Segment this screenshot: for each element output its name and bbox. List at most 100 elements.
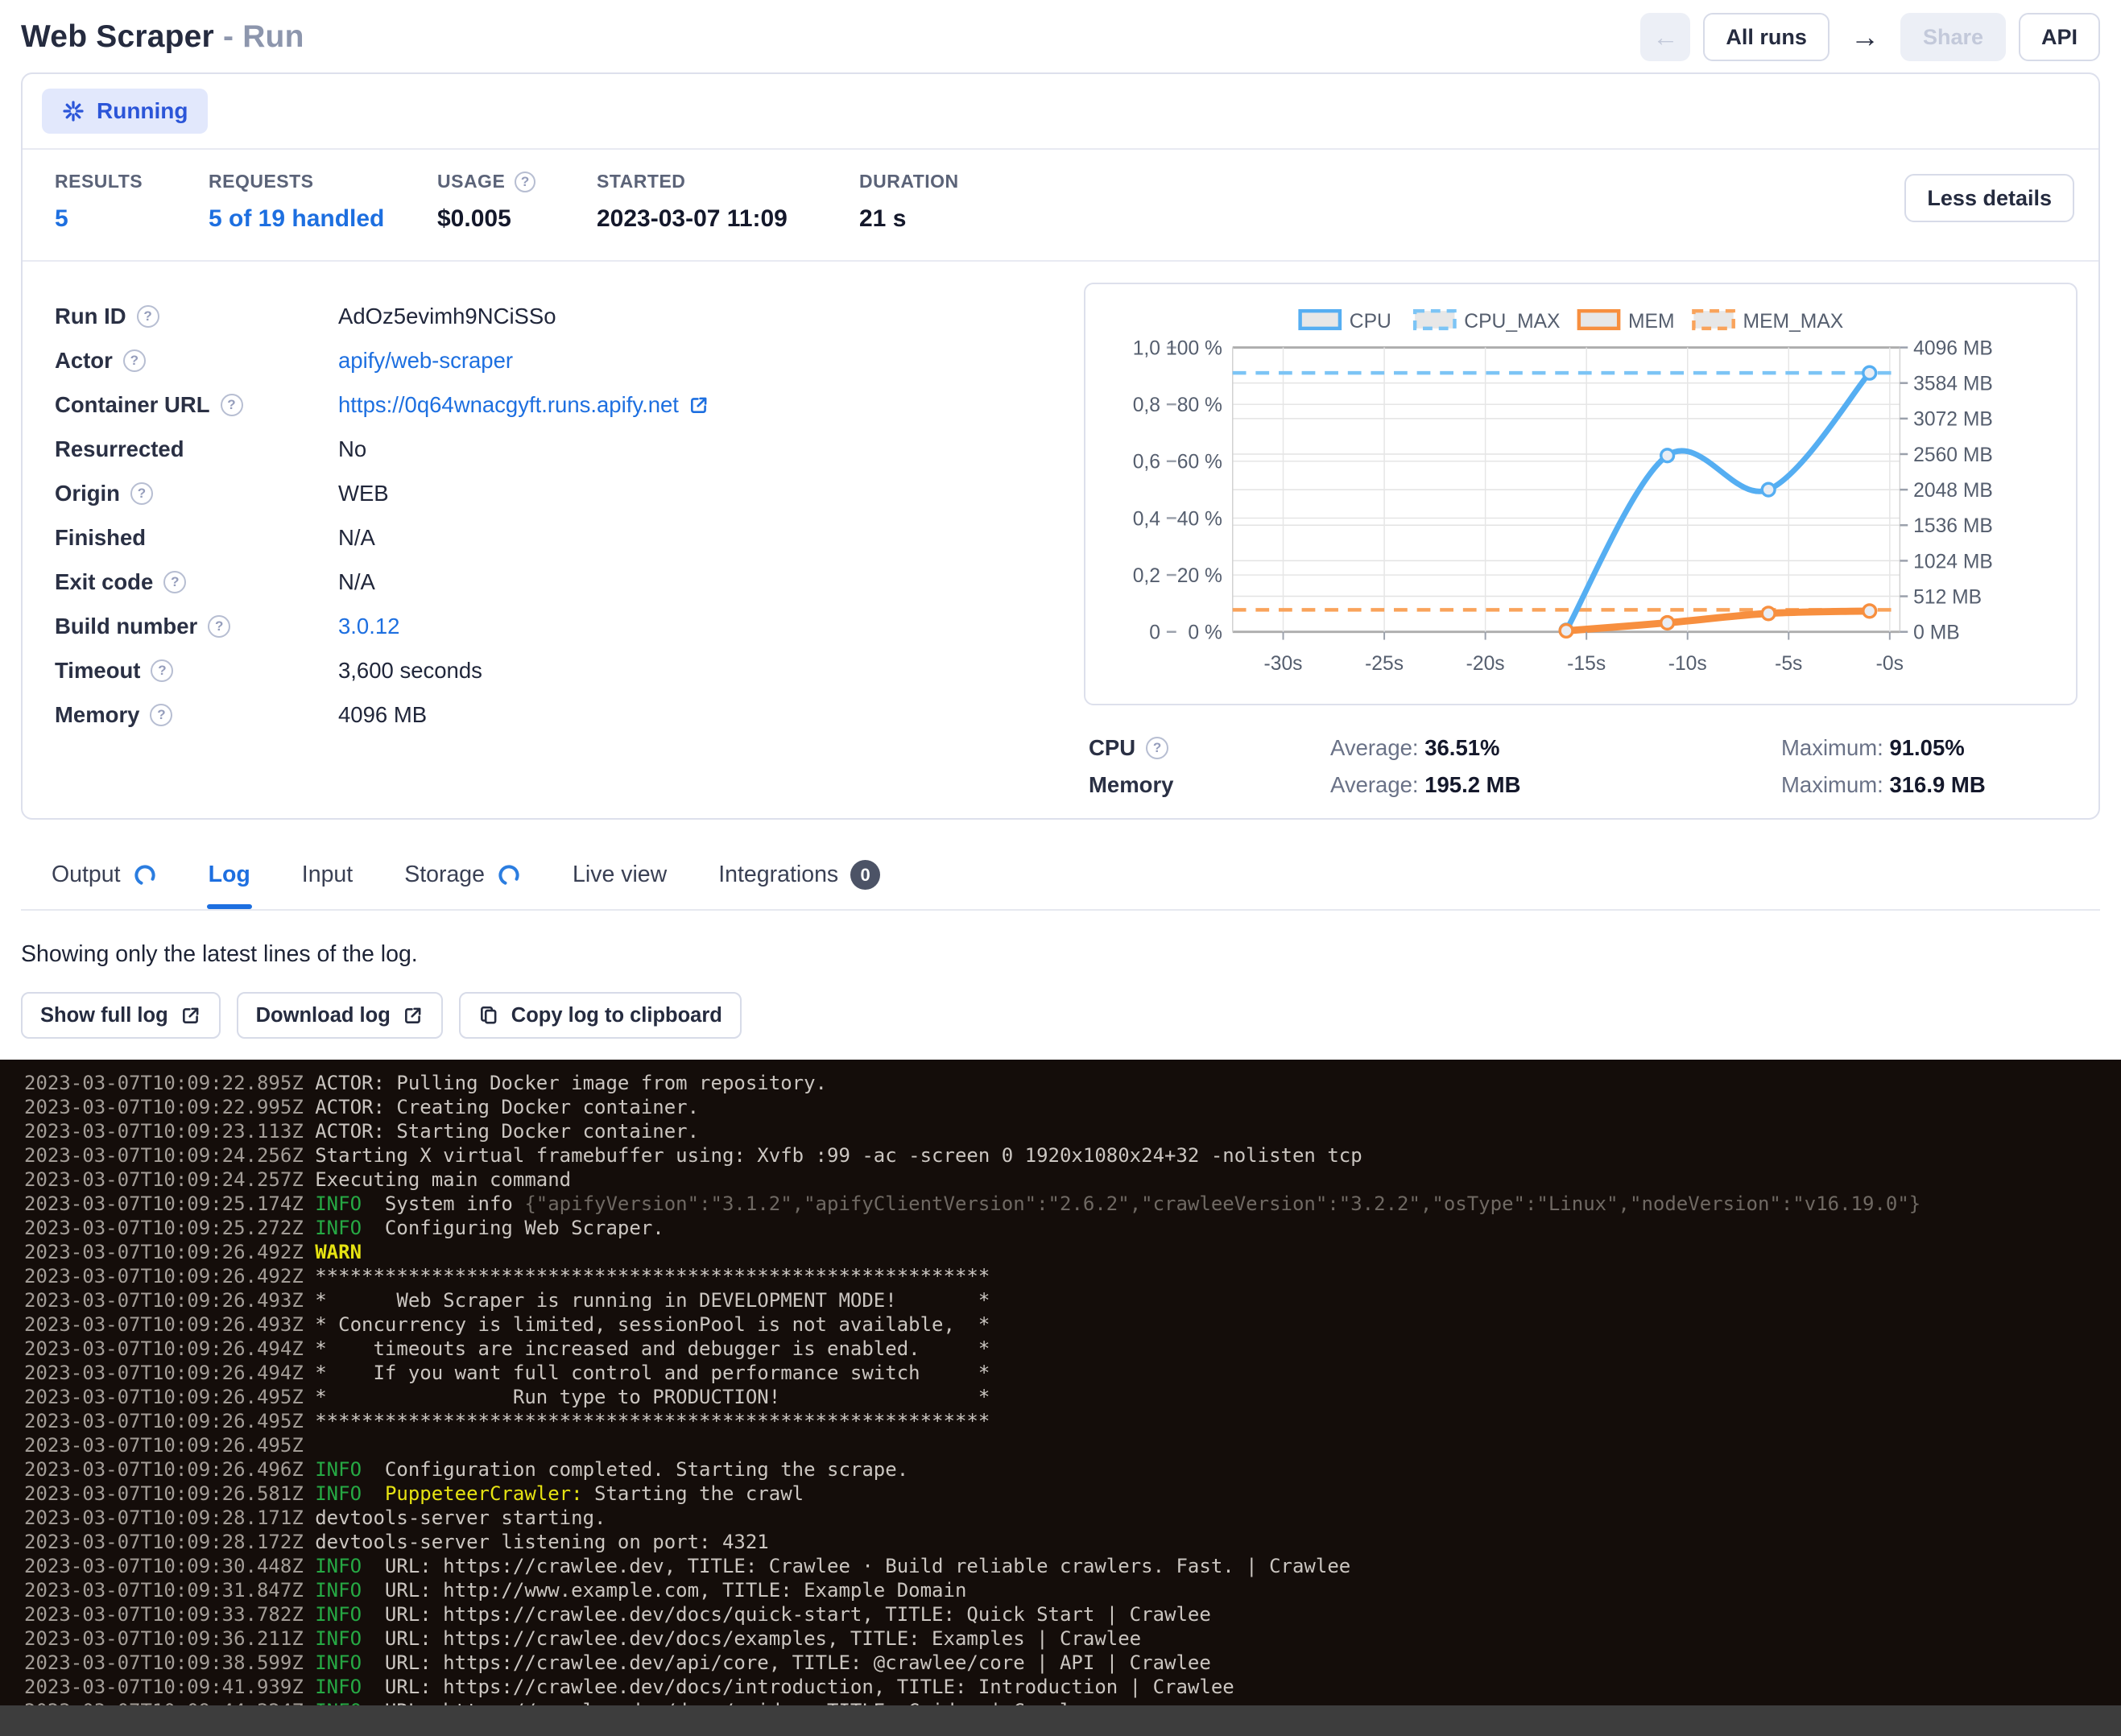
help-icon[interactable]: ? — [221, 394, 243, 416]
api-button[interactable]: API — [2019, 13, 2100, 61]
log-line: 2023-03-07T10:09:26.493Z * Web Scraper i… — [24, 1288, 2121, 1312]
next-run-button[interactable]: → — [1842, 13, 1887, 61]
svg-text:60 %: 60 % — [1177, 452, 1222, 473]
detail-link[interactable]: https://0q64wnacgyft.runs.apify.net — [338, 392, 709, 418]
download-log-button[interactable]: Download log — [237, 992, 443, 1039]
log-line: 2023-03-07T10:09:28.172Z devtools-server… — [24, 1530, 2121, 1554]
run-tabs: Output Log Input Storage Live view Integ… — [21, 849, 2100, 911]
svg-text:80 %: 80 % — [1177, 395, 1222, 416]
all-runs-button[interactable]: All runs — [1703, 13, 1830, 61]
external-link-icon — [688, 395, 709, 415]
help-icon[interactable]: ? — [130, 482, 153, 505]
svg-text:1536 MB: 1536 MB — [1913, 515, 1993, 537]
help-icon[interactable]: ? — [163, 571, 186, 593]
resource-chart-panel: 00,20,40,60,81,00 %20 %40 %60 %80 %100 %… — [1084, 283, 2078, 705]
svg-text:CPU: CPU — [1350, 311, 1391, 333]
log-line: 2023-03-07T10:09:36.211Z INFO URL: https… — [24, 1626, 2121, 1651]
log-line: 2023-03-07T10:09:24.256Z Starting X virt… — [24, 1143, 2121, 1168]
help-icon[interactable]: ? — [123, 349, 146, 372]
show-full-log-button[interactable]: Show full log — [21, 992, 221, 1039]
detail-text: N/A — [338, 569, 375, 594]
svg-text:0 %: 0 % — [1188, 622, 1222, 644]
svg-text:20 %: 20 % — [1177, 565, 1222, 587]
stat-value[interactable]: 5 of 19 handled — [209, 205, 416, 233]
stat-results: RESULTS 5 — [55, 171, 188, 233]
share-button[interactable]: Share — [1900, 13, 2006, 61]
actor-name: Web Scraper — [21, 19, 214, 54]
log-line: 2023-03-07T10:09:26.495Z * Run type to P… — [24, 1385, 2121, 1409]
copy-icon — [478, 1005, 499, 1026]
status-badge: Running — [42, 89, 208, 134]
log-line: 2023-03-07T10:09:26.494Z * timeouts are … — [24, 1337, 2121, 1361]
less-details-button[interactable]: Less details — [1904, 174, 2074, 222]
page-title: Web Scraper - Run — [21, 19, 304, 55]
svg-text:-30s: -30s — [1264, 653, 1303, 675]
terminal-scrollbar[interactable] — [0, 1705, 2121, 1736]
log-line: 2023-03-07T10:09:30.448Z INFO URL: https… — [24, 1554, 2121, 1578]
help-icon[interactable]: ? — [208, 615, 230, 638]
svg-text:40 %: 40 % — [1177, 508, 1222, 530]
help-icon[interactable]: ? — [1146, 737, 1168, 759]
detail-label: Exit code? — [55, 569, 338, 595]
usage-metric-label: Memory — [1089, 772, 1330, 798]
tab-live-view[interactable]: Live view — [571, 850, 668, 907]
log-line: 2023-03-07T10:09:25.272Z INFO Configurin… — [24, 1216, 2121, 1240]
detail-row: Container URL? https://0q64wnacgyft.runs… — [55, 382, 1052, 427]
log-line: 2023-03-07T10:09:26.581Z INFO PuppeteerC… — [24, 1482, 2121, 1506]
stat-label: REQUESTS — [209, 171, 416, 192]
svg-text:3072 MB: 3072 MB — [1913, 409, 1993, 431]
log-line: 2023-03-07T10:09:26.492Z ***************… — [24, 1264, 2121, 1288]
log-line: 2023-03-07T10:09:26.495Z — [24, 1433, 2121, 1457]
header-actions: ← All runs → Share API — [1640, 13, 2100, 61]
stat-value: 21 s — [859, 205, 1020, 233]
detail-row: Origin? WEB — [55, 471, 1052, 515]
tab-log[interactable]: Log — [207, 850, 252, 907]
help-icon[interactable]: ? — [515, 172, 535, 192]
detail-label: Run ID? — [55, 304, 338, 329]
detail-text: WEB — [338, 481, 389, 506]
button-label: All runs — [1726, 25, 1807, 50]
log-line: 2023-03-07T10:09:38.599Z INFO URL: https… — [24, 1651, 2121, 1675]
detail-row: Exit code? N/A — [55, 560, 1052, 604]
button-label: Show full log — [40, 1004, 168, 1027]
tab-output[interactable]: Output — [50, 850, 159, 907]
detail-label: Origin? — [55, 481, 338, 506]
external-link-icon — [403, 1005, 424, 1026]
status-label: Running — [97, 98, 188, 124]
help-icon[interactable]: ? — [150, 704, 172, 726]
stat-label: RESULTS — [55, 171, 188, 192]
tab-integrations[interactable]: Integrations 0 — [717, 849, 882, 909]
svg-text:-5s: -5s — [1775, 653, 1802, 675]
svg-text:0,4: 0,4 — [1133, 508, 1160, 530]
usage-summary-row: CPU? Average: 36.51% Maximum: 91.05% — [1089, 730, 2078, 767]
detail-label: Build number? — [55, 614, 338, 639]
svg-text:0: 0 — [1149, 622, 1160, 644]
stat-value[interactable]: 5 — [55, 205, 188, 233]
help-icon[interactable]: ? — [137, 305, 159, 328]
button-label: Copy log to clipboard — [511, 1004, 722, 1027]
tab-label: Input — [302, 862, 353, 888]
log-terminal[interactable]: 2023-03-07T10:09:22.895Z ACTOR: Pulling … — [0, 1060, 2121, 1736]
log-line: 2023-03-07T10:09:26.494Z * If you want f… — [24, 1361, 2121, 1385]
stat-label: USAGE? — [437, 171, 576, 192]
stat-label: STARTED — [597, 171, 838, 192]
detail-label: Actor? — [55, 348, 338, 374]
log-notice: Showing only the latest lines of the log… — [21, 941, 2100, 968]
previous-run-button[interactable]: ← — [1640, 13, 1690, 61]
stat-value: 2023-03-07 11:09 — [597, 205, 838, 233]
svg-text:4096 MB: 4096 MB — [1913, 337, 1993, 359]
tab-storage[interactable]: Storage — [403, 850, 523, 907]
svg-text:MEM_MAX: MEM_MAX — [1743, 311, 1844, 333]
copy-log-to-clipboard-button[interactable]: Copy log to clipboard — [459, 992, 742, 1039]
usage-average: Average: 36.51% — [1330, 735, 1781, 761]
help-icon[interactable]: ? — [151, 659, 173, 682]
detail-row: Build number? 3.0.12 — [55, 604, 1052, 648]
detail-row: Actor? apify/web-scraper — [55, 338, 1052, 382]
log-buttons: Show full log Download log Copy log to cli… — [21, 992, 2100, 1039]
tab-input[interactable]: Input — [300, 850, 354, 907]
usage-summary-row: Memory Average: 195.2 MB Maximum: 316.9 … — [1089, 767, 2078, 804]
tab-count-badge: 0 — [850, 860, 880, 890]
svg-text:100 %: 100 % — [1166, 337, 1222, 359]
detail-link[interactable]: 3.0.12 — [338, 614, 399, 639]
detail-link[interactable]: apify/web-scraper — [338, 348, 513, 374]
